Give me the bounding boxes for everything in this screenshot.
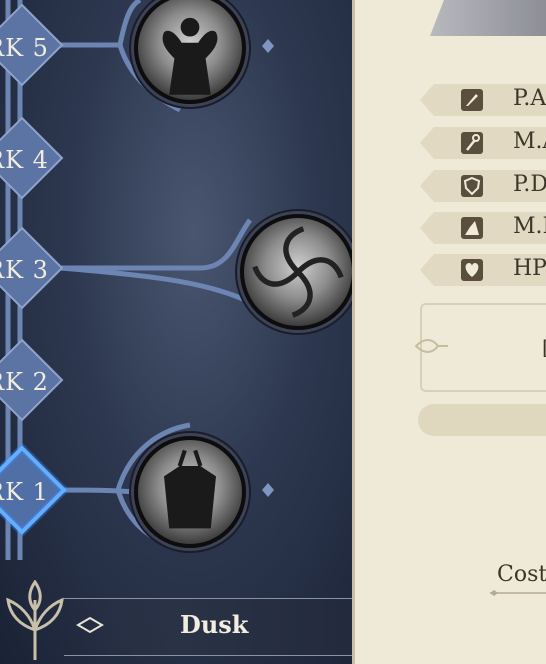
cost-label: Cost (497, 562, 546, 587)
stat-label: M.I (513, 214, 546, 239)
stat-row-mi: M.I (420, 212, 546, 244)
rank-diamonds (0, 3, 70, 538)
stat-row-pa: P.A (420, 84, 546, 116)
skill-node-rank3[interactable] (240, 214, 356, 330)
cost-divider (490, 590, 546, 596)
rank-4-label[interactable]: RK 4 (0, 138, 56, 182)
upgrade-button[interactable] (418, 404, 546, 436)
stat-row-ma: M.A (420, 127, 546, 159)
stat-label: P.D (513, 172, 546, 197)
team-name-label: Dusk (180, 610, 249, 639)
stat-row-pd: P.D (420, 170, 546, 202)
wizard-hat-icon (461, 217, 483, 239)
skill-node-rank5[interactable] (134, 0, 246, 104)
rank-2-label[interactable]: RK 2 (0, 360, 56, 404)
heart-icon (461, 259, 483, 281)
box-ornament-icon (414, 339, 448, 353)
stat-label: M.A (513, 129, 546, 154)
sword-icon (461, 89, 483, 111)
rank-3-label[interactable]: RK 3 (0, 248, 56, 292)
stat-label: HP (513, 256, 546, 281)
muscle-pose-icon (162, 17, 218, 95)
stat-label: P.A (513, 86, 546, 111)
leaf-emblem-icon (6, 580, 64, 660)
diamond-marker-icon (76, 616, 104, 634)
shield-icon (461, 175, 483, 197)
armor-icon (164, 449, 216, 529)
rank-1-label[interactable]: RK 1 (0, 470, 56, 514)
swirl-icon (252, 226, 344, 318)
staff-icon (461, 132, 483, 154)
skill-node-rank1[interactable] (134, 436, 246, 548)
panel-tab[interactable] (430, 0, 546, 36)
game-screen: RK 5 RK 4 RK 3 RK 2 RK 1 (0, 0, 546, 664)
stat-row-hp: HP (420, 254, 546, 286)
rank-5-label[interactable]: RK 5 (0, 26, 56, 70)
box-text: [ (542, 335, 546, 359)
